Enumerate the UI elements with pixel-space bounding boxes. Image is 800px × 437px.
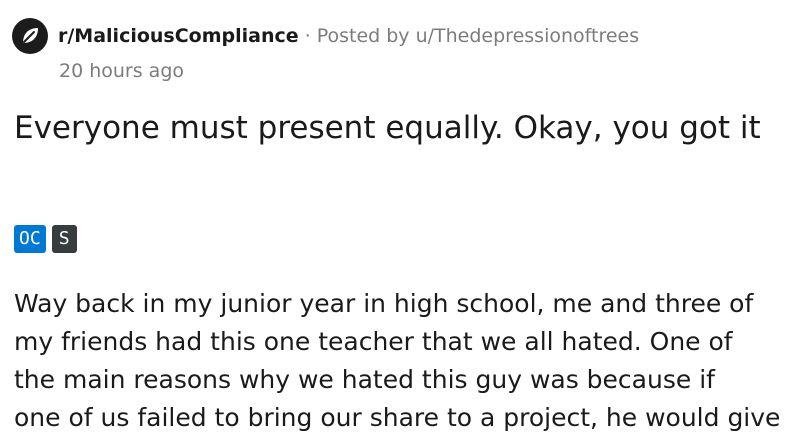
subreddit-link[interactable]: r/MaliciousCompliance <box>58 25 299 47</box>
post-meta: r/MaliciousCompliance · Posted by u/Thed… <box>12 18 639 54</box>
post-flairs: OC S <box>14 225 77 253</box>
post-timestamp: 20 hours ago <box>59 60 185 82</box>
post-body-line: Way back in my junior year in high schoo… <box>14 289 754 318</box>
post-body-line: one of us failed to bring our share to a… <box>14 403 781 432</box>
post-body-line: my friends had this one teacher that we … <box>14 327 733 356</box>
spoiler-flair[interactable]: S <box>51 225 77 253</box>
oc-flair[interactable]: OC <box>14 225 46 253</box>
meta-separator: · <box>304 25 311 47</box>
post-card: r/MaliciousCompliance · Posted by u/Thed… <box>0 0 800 432</box>
posted-by-user[interactable]: Posted by u/Thedepressionoftrees <box>317 25 639 47</box>
post-body: Way back in my junior year in high schoo… <box>14 285 800 437</box>
subreddit-icon[interactable] <box>12 18 48 54</box>
post-title[interactable]: Everyone must present equally. Okay, you… <box>14 106 784 150</box>
leaf-icon <box>23 28 38 43</box>
post-body-line: the main reasons why we hated this guy w… <box>14 365 715 394</box>
